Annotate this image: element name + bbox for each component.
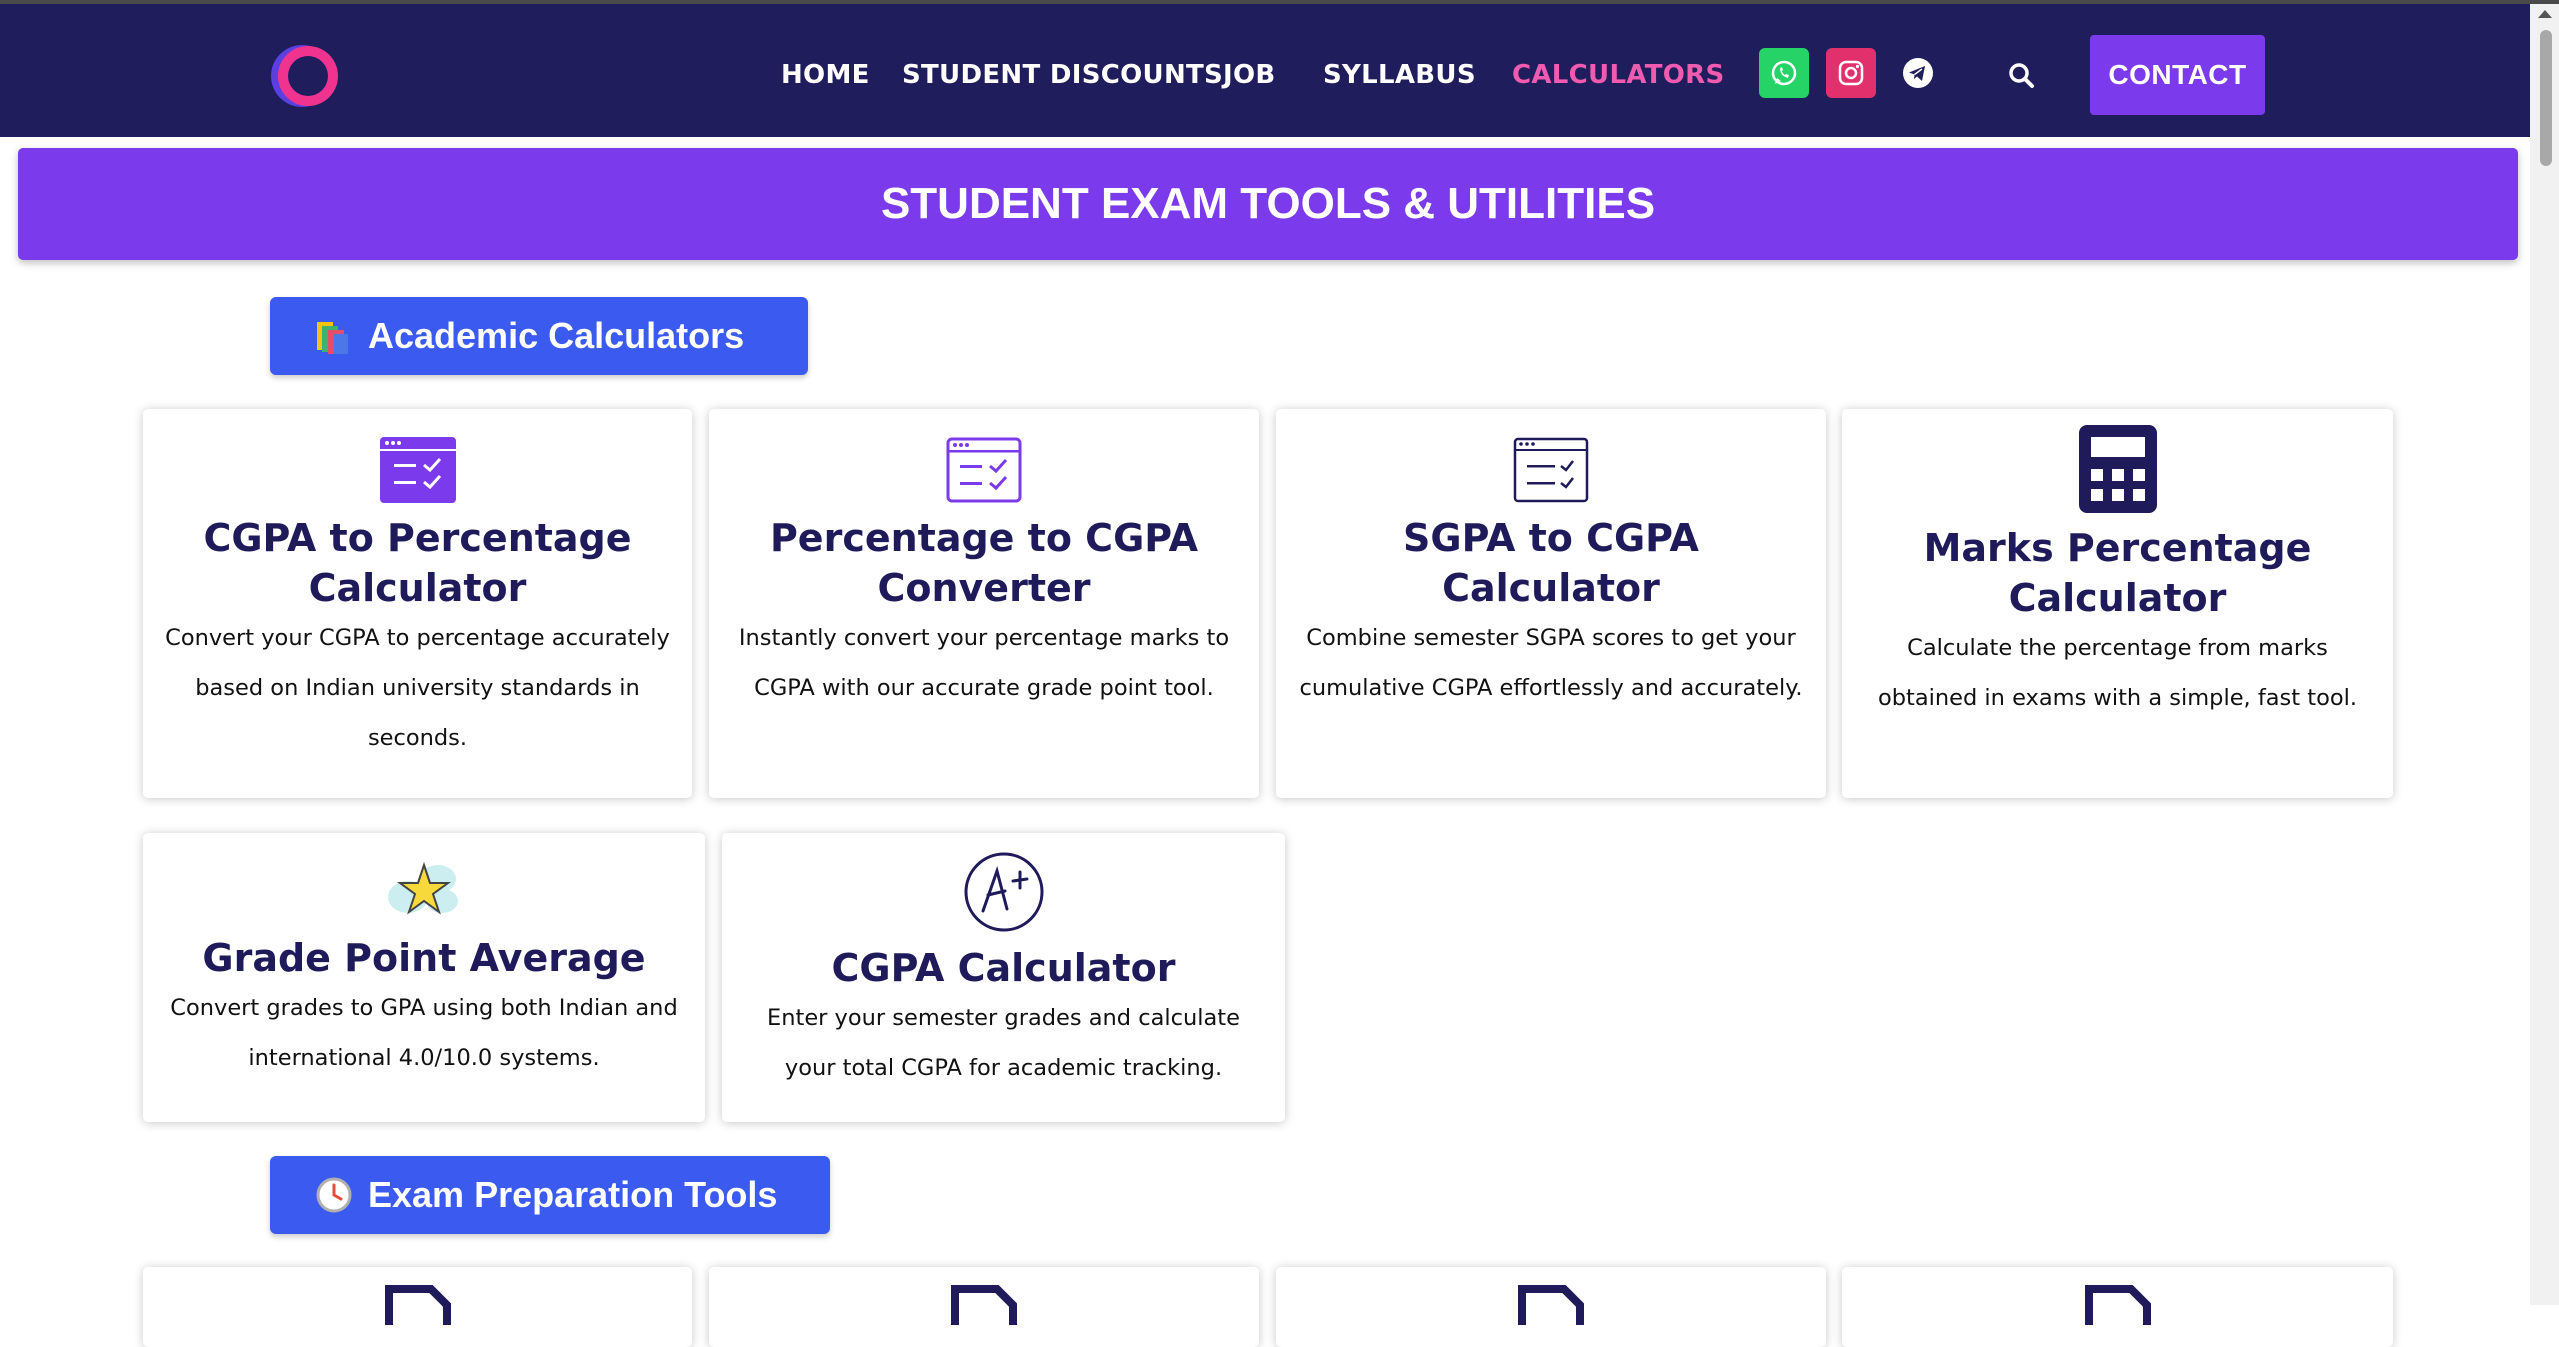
card-percentage-to-cgpa[interactable]: Percentage to CGPA Converter Instantly c… <box>709 409 1259 798</box>
telegram-icon <box>1903 58 1933 88</box>
card-title: Percentage to CGPA Converter <box>769 516 1199 610</box>
site-logo[interactable] <box>268 40 340 112</box>
clock-icon <box>316 1177 352 1213</box>
card-description: Convert grades to GPA using both Indian … <box>170 995 678 1071</box>
nav-home[interactable]: HOME <box>781 60 870 90</box>
telegram-button[interactable] <box>1893 48 1943 98</box>
whatsapp-button[interactable] <box>1759 48 1809 98</box>
card-description: Enter your semester grades and calculate… <box>767 1005 1240 1081</box>
card-description: Convert your CGPA to percentage accurate… <box>165 625 670 751</box>
checklist-window-dark-icon <box>1513 437 1589 503</box>
card-title: CGPA Calculator <box>831 946 1176 990</box>
document-icon <box>1518 1285 1584 1325</box>
nav-calculators[interactable]: CALCULATORS <box>1512 60 1725 90</box>
page-title-banner: STUDENT EXAM TOOLS & UTILITIES <box>18 148 2518 260</box>
card-cgpa-calculator[interactable]: CGPA Calculator Enter your semester grad… <box>722 833 1285 1122</box>
a-plus-icon <box>964 852 1043 932</box>
nav-syllabus[interactable]: SYLLABUS <box>1323 60 1476 90</box>
star-cloud-icon <box>388 861 458 915</box>
card-exam-tool-1[interactable] <box>143 1267 692 1347</box>
search-icon[interactable] <box>2007 61 2035 89</box>
section-label: Exam Preparation Tools <box>368 1174 778 1215</box>
card-exam-tool-4[interactable] <box>1842 1267 2393 1347</box>
checklist-window-icon <box>379 437 456 503</box>
card-description: Calculate the percentage from marks obta… <box>1877 635 2357 711</box>
site-header: HOME STUDENT DISCOUNTS JOB SYLLABUS CALC… <box>0 4 2530 137</box>
checklist-window-outline-icon <box>946 437 1022 503</box>
whatsapp-icon <box>1771 60 1797 86</box>
card-grade-point-average[interactable]: Grade Point Average Convert grades to GP… <box>143 833 705 1122</box>
card-marks-percentage[interactable]: Marks Percentage Calculator Calculate th… <box>1842 409 2393 798</box>
card-exam-tool-3[interactable] <box>1276 1267 1826 1347</box>
scroll-up-arrow-icon[interactable] <box>2538 10 2552 18</box>
card-exam-tool-2[interactable] <box>709 1267 1259 1347</box>
card-sgpa-to-cgpa[interactable]: SGPA to CGPA Calculator Combine semester… <box>1276 409 1826 798</box>
scrollbar-track[interactable] <box>2530 4 2559 1305</box>
card-title: SGPA to CGPA Calculator <box>1403 516 1699 610</box>
books-icon <box>317 322 348 354</box>
instagram-button[interactable] <box>1826 48 1876 98</box>
instagram-icon <box>1838 60 1864 86</box>
calculator-icon <box>2078 425 2157 513</box>
section-label: Academic Calculators <box>368 315 745 356</box>
section-academic-calculators[interactable]: Academic Calculators <box>270 297 808 375</box>
scrollbar-thumb[interactable] <box>2540 30 2552 166</box>
card-description: Combine semester SGPA scores to get your… <box>1299 625 1803 701</box>
document-icon <box>2084 1285 2151 1325</box>
contact-button[interactable]: CONTACT <box>2090 35 2265 115</box>
card-cgpa-to-percentage[interactable]: CGPA to Percentage Calculator Convert yo… <box>143 409 692 798</box>
section-exam-preparation-tools[interactable]: Exam Preparation Tools <box>270 1156 830 1234</box>
card-description: Instantly convert your percentage marks … <box>738 625 1230 701</box>
card-title: Marks Percentage Calculator <box>1923 526 2312 620</box>
document-icon <box>951 1285 1017 1325</box>
nav-student-discounts[interactable]: STUDENT DISCOUNTS <box>902 60 1223 90</box>
card-title: Grade Point Average <box>202 936 646 980</box>
card-title: CGPA to Percentage Calculator <box>203 516 632 610</box>
document-icon <box>384 1285 451 1325</box>
nav-job[interactable]: JOB <box>1223 60 1276 90</box>
